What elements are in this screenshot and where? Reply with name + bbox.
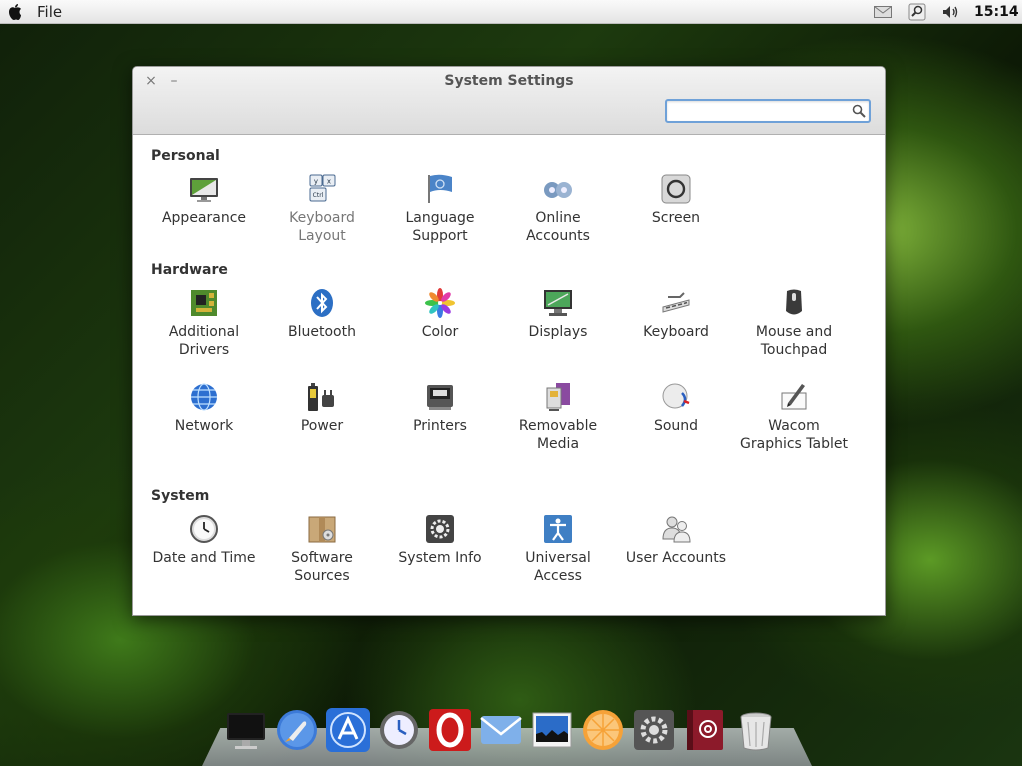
- settings-item-online-accounts[interactable]: Online Accounts: [503, 173, 613, 245]
- apple-logo-icon[interactable]: [8, 3, 22, 21]
- settings-item-bluetooth[interactable]: Bluetooth: [267, 287, 377, 341]
- search-input[interactable]: [671, 102, 855, 122]
- appearance-icon: [190, 178, 218, 202]
- settings-item-screen[interactable]: Screen: [621, 173, 731, 227]
- rocket-launcher-icon: [277, 710, 317, 750]
- svg-text:Ctrl: Ctrl: [313, 192, 324, 199]
- settings-item-keyboard[interactable]: Keyboard: [621, 287, 731, 341]
- svg-text:y: y: [314, 178, 318, 186]
- search-icon[interactable]: [852, 104, 866, 118]
- screen-lock-icon: [661, 174, 691, 204]
- system-settings-icon: [634, 710, 674, 750]
- dock-item-app-store[interactable]: [324, 706, 372, 754]
- dock-item-mail[interactable]: [477, 706, 525, 754]
- search-box[interactable]: [665, 99, 871, 123]
- settings-item-displays[interactable]: Displays: [503, 287, 613, 341]
- time-machine-icon: [380, 711, 418, 749]
- menu-file[interactable]: File: [37, 3, 62, 21]
- dock-item-time-machine[interactable]: [375, 706, 423, 754]
- accessibility-icon: [544, 515, 572, 543]
- opera-browser-icon: [429, 709, 471, 751]
- dock-item-launcher[interactable]: [273, 706, 321, 754]
- system-settings-window: × – System Settings Personal Appearance …: [132, 66, 886, 616]
- image-viewer-icon: [532, 712, 572, 748]
- settings-item-sound[interactable]: Sound: [621, 381, 731, 435]
- chip-board-icon: [191, 290, 217, 316]
- settings-item-system-info[interactable]: System Info: [385, 513, 495, 567]
- gear-info-icon: [426, 515, 454, 543]
- mail-icon: [480, 716, 522, 744]
- display-monitor-icon: [544, 290, 572, 316]
- language-flag-icon: [428, 174, 452, 203]
- clock[interactable]: 15:14: [974, 4, 1019, 20]
- dock: [222, 706, 780, 754]
- trash-icon: [740, 712, 772, 751]
- monitor-finder-icon: [227, 713, 265, 749]
- network-indicator-icon[interactable]: [906, 3, 928, 21]
- svg-text:x: x: [327, 178, 331, 186]
- settings-item-removable-media[interactable]: Removable Media: [503, 381, 613, 453]
- clock-icon: [190, 515, 218, 543]
- settings-item-keyboard-layout[interactable]: y x Ctrl Keyboard Layout: [267, 173, 377, 245]
- dock-item-opera[interactable]: [426, 706, 474, 754]
- dock-item-address-book[interactable]: [681, 706, 729, 754]
- section-title-hardware: Hardware: [151, 262, 228, 278]
- keyboard-layout-icon: y x Ctrl: [309, 174, 336, 202]
- titlebar[interactable]: × – System Settings: [133, 67, 885, 135]
- mouse-icon: [786, 289, 802, 315]
- settings-item-power[interactable]: Power: [267, 381, 377, 435]
- bluetooth-icon: [311, 289, 333, 317]
- settings-item-mouse-and-touchpad[interactable]: Mouse and Touchpad: [739, 287, 849, 359]
- settings-item-software-sources[interactable]: Software Sources: [267, 513, 377, 585]
- address-book-icon: [687, 710, 723, 750]
- printer-icon: [427, 385, 453, 410]
- removable-media-icon: [546, 383, 570, 411]
- system-tray: 15:14: [872, 0, 1022, 24]
- settings-item-printers[interactable]: Printers: [385, 381, 495, 435]
- settings-item-appearance[interactable]: Appearance: [149, 173, 259, 227]
- settings-item-language-support[interactable]: Language Support: [385, 173, 495, 245]
- dock-item-image-viewer[interactable]: [528, 706, 576, 754]
- dock-item-orange[interactable]: [579, 706, 627, 754]
- window-title: System Settings: [444, 73, 574, 89]
- settings-item-color[interactable]: Color: [385, 287, 495, 341]
- app-store-icon: [326, 708, 370, 752]
- settings-item-user-accounts[interactable]: User Accounts: [621, 513, 731, 567]
- settings-item-universal-access[interactable]: Universal Access: [503, 513, 613, 585]
- dock-item-system-settings[interactable]: [630, 706, 678, 754]
- speaker-icon: [662, 383, 690, 409]
- network-globe-icon: [191, 383, 217, 411]
- mail-indicator-icon[interactable]: [872, 3, 894, 21]
- keyboard-icon: [662, 292, 690, 313]
- package-box-icon: [308, 516, 336, 543]
- settings-item-network[interactable]: Network: [149, 381, 259, 435]
- section-title-personal: Personal: [151, 148, 220, 164]
- dock-item-trash[interactable]: [732, 706, 780, 754]
- users-icon: [662, 516, 691, 543]
- settings-item-wacom-graphics-tablet[interactable]: Wacom Graphics Tablet: [739, 381, 849, 453]
- settings-item-date-and-time[interactable]: Date and Time: [149, 513, 259, 567]
- dock-item-finder[interactable]: [222, 706, 270, 754]
- section-title-system: System: [151, 488, 210, 504]
- battery-plug-icon: [308, 383, 334, 411]
- tablet-pen-icon: [781, 384, 807, 410]
- top-panel: File 15:14: [0, 0, 1022, 24]
- settings-item-additional-drivers[interactable]: Additional Drivers: [149, 287, 259, 359]
- orange-media-icon: [583, 710, 623, 750]
- volume-icon[interactable]: [940, 3, 962, 21]
- color-wheel-icon: [425, 288, 455, 318]
- online-accounts-icon: [544, 182, 572, 198]
